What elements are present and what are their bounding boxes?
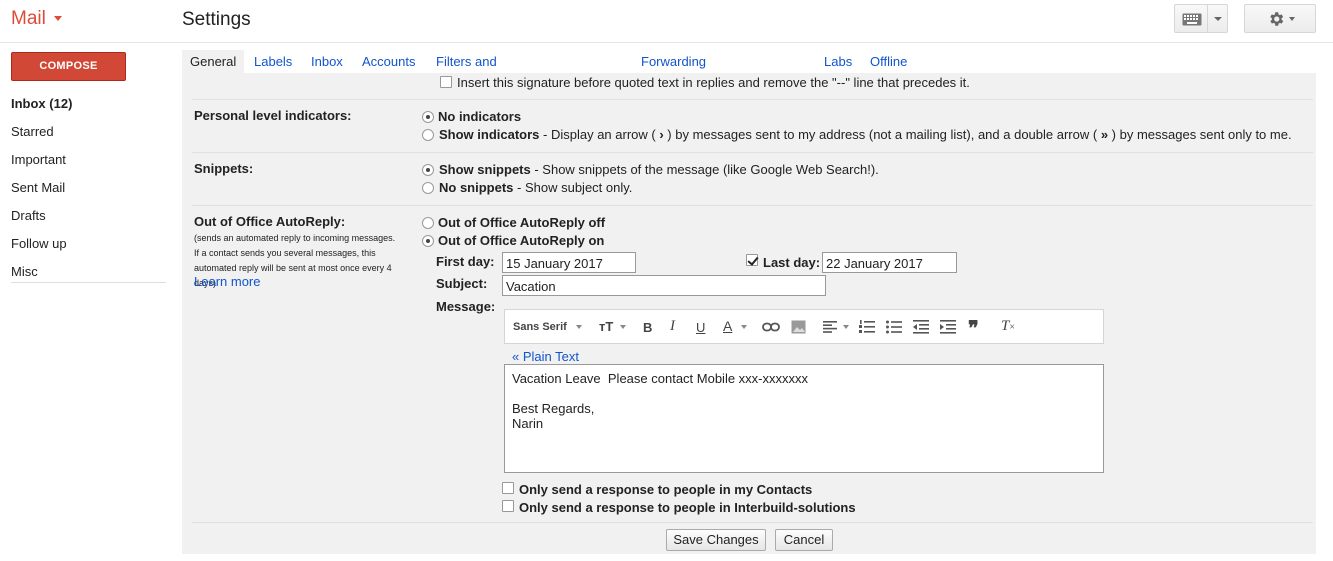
quote-icon[interactable]: ❞ [968, 316, 979, 341]
message-line: Best Regards, [512, 401, 595, 416]
snippets-label: Snippets: [194, 161, 254, 176]
row-divider [192, 99, 1313, 100]
link-icon[interactable] [762, 322, 780, 332]
row-divider [192, 152, 1313, 153]
settings-button[interactable] [1244, 4, 1316, 33]
sidebar-item-important[interactable]: Important [11, 152, 66, 167]
message-line [512, 386, 1096, 401]
chevron-down-icon [620, 325, 626, 329]
header-divider [0, 42, 1333, 43]
first-day-input[interactable] [502, 252, 636, 273]
formatting-toolbar: Sans Serif ᴛT B I U A ❞ T× [504, 309, 1104, 344]
compose-button[interactable]: COMPOSE [11, 52, 126, 81]
sidebar-divider [11, 282, 166, 283]
contacts-only-checkbox[interactable] [502, 482, 514, 494]
tab-labels[interactable]: Labels [254, 50, 292, 73]
indent-more-icon[interactable] [940, 320, 956, 334]
bold-icon[interactable]: B [643, 320, 652, 335]
learn-more-link[interactable]: Learn more [194, 274, 260, 289]
message-label: Message: [436, 299, 496, 314]
show-indicators-radio[interactable] [422, 129, 434, 141]
input-tools-button[interactable] [1174, 4, 1228, 33]
chevron-down-icon[interactable] [1214, 17, 1222, 21]
font-size-icon[interactable]: ᴛT [599, 319, 613, 334]
font-family-select[interactable]: Sans Serif [513, 321, 567, 333]
button-divider [1207, 5, 1208, 32]
last-day-input[interactable] [822, 252, 957, 273]
contacts-only-label: Only send a response to people in my Con… [519, 482, 813, 497]
ooo-label: Out of Office AutoReply: [194, 214, 346, 229]
domain-only-checkbox[interactable] [502, 500, 514, 512]
row-divider [192, 205, 1313, 206]
show-snippets-radio[interactable] [422, 164, 434, 176]
italic-icon[interactable]: I [670, 318, 675, 335]
tab-inbox[interactable]: Inbox [311, 50, 343, 73]
text-color-icon[interactable]: A [723, 318, 732, 334]
first-day-label: First day: [436, 254, 495, 269]
plain-text-link[interactable]: « Plain Text [512, 349, 579, 364]
subject-label: Subject: [436, 276, 488, 291]
sidebar-item-misc[interactable]: Misc [11, 264, 38, 279]
signature-placement-label: Insert this signature before quoted text… [457, 75, 970, 90]
personal-indicators-label: Personal level indicators: [194, 108, 352, 123]
indent-less-icon[interactable] [913, 320, 929, 334]
save-changes-button[interactable]: Save Changes [666, 529, 766, 551]
numbered-list-icon[interactable] [859, 320, 875, 334]
domain-only-label: Only send a response to people in Interb… [519, 500, 856, 515]
sidebar-item-drafts[interactable]: Drafts [11, 208, 46, 223]
chevron-down-icon [1289, 17, 1295, 21]
tab-general[interactable]: General [182, 50, 245, 73]
last-day-checkbox[interactable] [746, 254, 758, 266]
remove-formatting-icon[interactable]: T× [1001, 318, 1015, 335]
signature-placement-checkbox[interactable] [440, 76, 452, 88]
chevron-down-icon [576, 325, 582, 329]
message-line: Narin [512, 416, 544, 431]
ooo-off-radio[interactable] [422, 217, 434, 229]
ooo-off-label: Out of Office AutoReply off [438, 215, 606, 230]
chevron-down-icon [741, 325, 747, 329]
underline-icon[interactable]: U [696, 320, 705, 335]
last-day-label: Last day: [763, 255, 821, 270]
tab-labs[interactable]: Labs [824, 50, 852, 73]
chevron-down-icon [53, 16, 62, 22]
sidebar-item-follow-up[interactable]: Follow up [11, 236, 67, 251]
ooo-on-radio[interactable] [422, 235, 434, 247]
settings-panel: Insert this signature before quoted text… [182, 73, 1316, 554]
ooo-on-label: Out of Office AutoReply on [438, 233, 605, 248]
no-indicators-radio[interactable] [422, 111, 434, 123]
tab-forwarding[interactable]: Forwarding and POP/IMAP [641, 50, 706, 115]
sidebar-item-starred[interactable]: Starred [11, 124, 54, 139]
no-snippets-radio[interactable] [422, 182, 434, 194]
cancel-button[interactable]: Cancel [775, 529, 833, 551]
image-icon[interactable] [791, 320, 806, 334]
gear-icon [1270, 12, 1284, 26]
mail-app-menu[interactable]: Mail [11, 8, 62, 30]
keyboard-icon [1182, 13, 1202, 26]
double-arrow-icon: » [1100, 127, 1109, 142]
chevron-down-icon [843, 325, 849, 329]
no-snippets-label: No snippets - Show subject only. [439, 180, 633, 195]
show-indicators-label: Show indicators - Display an arrow ( › )… [439, 127, 1292, 142]
tab-accounts[interactable]: Accounts [362, 50, 415, 73]
align-icon[interactable] [823, 321, 837, 333]
message-editor[interactable]: Vacation Leave Please contact Mobile xxx… [504, 364, 1104, 473]
bulleted-list-icon[interactable] [886, 320, 902, 334]
tab-offline[interactable]: Offline [870, 50, 907, 73]
row-divider [192, 522, 1313, 523]
app-logo: Mail [11, 8, 46, 29]
sidebar-item-inbox[interactable]: Inbox (12) [11, 96, 72, 111]
page-title: Settings [182, 9, 251, 30]
tab-filters[interactable]: Filters and Blocked Addresses [436, 50, 497, 115]
show-snippets-label: Show snippets - Show snippets of the mes… [439, 162, 879, 177]
message-line: Vacation Leave Please contact Mobile xxx… [512, 371, 809, 386]
subject-input[interactable] [502, 275, 826, 296]
no-indicators-label: No indicators [438, 109, 522, 124]
sidebar-item-sent-mail[interactable]: Sent Mail [11, 180, 65, 195]
